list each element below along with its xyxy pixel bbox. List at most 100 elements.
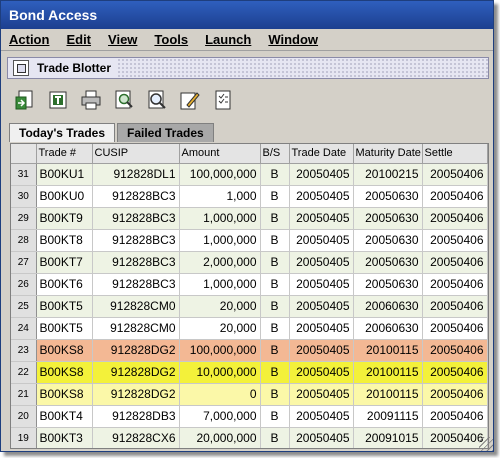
status-indicator: [487, 229, 488, 252]
table-row[interactable]: 26 B00KT6 912828BC3 1,000,000 B 20050405 20050…: [11, 273, 488, 296]
checklist-icon[interactable]: [211, 88, 235, 112]
maturity-date-cell: 20050630: [353, 185, 423, 208]
maturity-date-cell: 20060630: [353, 317, 423, 340]
trade-date-cell: 20050405: [289, 163, 354, 186]
trade-number-cell: B00KT7: [36, 251, 93, 274]
table-row[interactable]: 31 B00KU1 912828DL1 100,000,000 B 20050405 201…: [11, 163, 488, 186]
buy-sell-cell: B: [260, 185, 290, 208]
amount-cell: 7,000,000: [179, 405, 261, 428]
trade-blotter-table: Trade # CUSIP Amount B/S Trade Date Matu…: [10, 143, 489, 449]
table-row[interactable]: 21 B00KS8 912828DG2 0 B 20050405 20100115 20050…: [11, 383, 488, 406]
internal-frame-titlebar[interactable]: Trade Blotter: [7, 57, 489, 79]
status-indicator: [487, 207, 488, 230]
trade-date-cell: 20050405: [289, 185, 354, 208]
buy-sell-cell: B: [260, 207, 290, 230]
row-number: 23: [11, 339, 37, 362]
ticket-icon[interactable]: [46, 88, 70, 112]
table-row[interactable]: 25 B00KT5 912828CM0 20,000 B 20050405 20060630…: [11, 295, 488, 318]
column-header-settle[interactable]: Settle: [422, 144, 488, 164]
column-header-trade-number[interactable]: Trade #: [36, 144, 93, 164]
row-number: 29: [11, 207, 37, 230]
menu-edit[interactable]: Edit: [66, 32, 91, 47]
cusip-cell: 912828BC3: [92, 273, 180, 296]
row-number: 25: [11, 295, 37, 318]
cusip-cell: 912828DL1: [92, 163, 180, 186]
table-row[interactable]: 23 B00KS8 912828DG2 100,000,000 B 20050405 201…: [11, 339, 488, 362]
tab-failed-trades[interactable]: Failed Trades: [117, 123, 214, 142]
cusip-cell: 912828DB3: [92, 405, 180, 428]
status-indicator: [487, 273, 488, 296]
trade-date-cell: 20050405: [289, 295, 354, 318]
menu-window[interactable]: Window: [268, 32, 318, 47]
amount-cell: 100,000,000: [179, 163, 261, 186]
status-indicator: [487, 339, 488, 362]
status-indicator: [487, 317, 488, 340]
trade-date-cell: 20050405: [289, 339, 354, 362]
amount-cell: 20,000,000: [179, 427, 261, 448]
column-header-trade-date[interactable]: Trade Date: [289, 144, 354, 164]
frame-title-pattern: [117, 58, 488, 78]
table-row[interactable]: 22 B00KS8 912828DG2 10,000,000 B 20050405 2010…: [11, 361, 488, 384]
column-header-rownum[interactable]: [11, 144, 37, 164]
tab-strip: Today's Trades Failed Trades: [9, 123, 216, 142]
trade-number-cell: B00KS8: [36, 361, 93, 384]
zoom-icon[interactable]: [145, 88, 169, 112]
settle-date-cell: 20050406: [422, 229, 488, 252]
settle-date-cell: 20050406: [422, 339, 488, 362]
status-indicator: [487, 361, 488, 384]
table-row[interactable]: 30 B00KU0 912828BC3 1,000 B 20050405 20050630 2…: [11, 185, 488, 208]
window-title: Bond Access: [1, 1, 493, 29]
export-icon[interactable]: [13, 88, 37, 112]
row-number: 22: [11, 361, 37, 384]
table-row[interactable]: 28 B00KT8 912828BC3 1,000,000 B 20050405 20050…: [11, 229, 488, 252]
app-window: Bond Access Action Edit View Tools Launc…: [0, 0, 494, 452]
menu-launch[interactable]: Launch: [205, 32, 251, 47]
column-header-cusip[interactable]: CUSIP: [92, 144, 180, 164]
settle-date-cell: 20050406: [422, 273, 488, 296]
buy-sell-cell: B: [260, 273, 290, 296]
cusip-cell: 912828BC3: [92, 251, 180, 274]
resize-grip[interactable]: [479, 437, 493, 451]
find-icon[interactable]: [112, 88, 136, 112]
amount-cell: 100,000,000: [179, 339, 261, 362]
print-icon[interactable]: [79, 88, 103, 112]
table-row[interactable]: 29 B00KT9 912828BC3 1,000,000 B 20050405 20050…: [11, 207, 488, 230]
cusip-cell: 912828CM0: [92, 295, 180, 318]
tab-todays-trades[interactable]: Today's Trades: [9, 123, 115, 142]
table-row[interactable]: 27 B00KT7 912828BC3 2,000,000 B 20050405 20050…: [11, 251, 488, 274]
settle-date-cell: 20050406: [422, 185, 488, 208]
amount-cell: 1,000,000: [179, 273, 261, 296]
buy-sell-cell: B: [260, 361, 290, 384]
status-indicator: [487, 295, 488, 318]
window-frame-icon[interactable]: [13, 60, 29, 76]
table-row[interactable]: 19 B00KT3 912828CX6 20,000,000 B 20050405 2009…: [11, 427, 488, 448]
column-header-buy-sell[interactable]: B/S: [260, 144, 290, 164]
edit-pen-icon[interactable]: [178, 88, 202, 112]
trade-date-cell: 20050405: [289, 229, 354, 252]
amount-cell: 1,000,000: [179, 229, 261, 252]
table-row[interactable]: 24 B00KT5 912828CM0 20,000 B 20050405 20060630…: [11, 317, 488, 340]
menu-tools[interactable]: Tools: [154, 32, 188, 47]
trade-date-cell: 20050405: [289, 251, 354, 274]
amount-cell: 1,000,000: [179, 207, 261, 230]
status-indicator: [487, 405, 488, 428]
trade-date-cell: 20050405: [289, 361, 354, 384]
table-row[interactable]: 20 B00KT4 912828DB3 7,000,000 B 20050405 20091…: [11, 405, 488, 428]
amount-cell: 20,000: [179, 295, 261, 318]
menu-view-label: View: [108, 32, 138, 47]
buy-sell-cell: B: [260, 427, 290, 448]
settle-date-cell: 20050406: [422, 383, 488, 406]
column-header-status[interactable]: S: [487, 144, 488, 164]
trade-number-cell: B00KT6: [36, 273, 93, 296]
buy-sell-cell: B: [260, 163, 290, 186]
row-number: 27: [11, 251, 37, 274]
amount-cell: 2,000,000: [179, 251, 261, 274]
menu-view[interactable]: View: [108, 32, 137, 47]
trade-number-cell: B00KT5: [36, 295, 93, 318]
frame-title: Trade Blotter: [37, 61, 112, 75]
column-header-maturity-date[interactable]: Maturity Date: [353, 144, 423, 164]
column-header-amount[interactable]: Amount: [179, 144, 261, 164]
trade-date-cell: 20050405: [289, 383, 354, 406]
amount-cell: 0: [179, 383, 261, 406]
menu-action[interactable]: Action: [9, 32, 49, 47]
